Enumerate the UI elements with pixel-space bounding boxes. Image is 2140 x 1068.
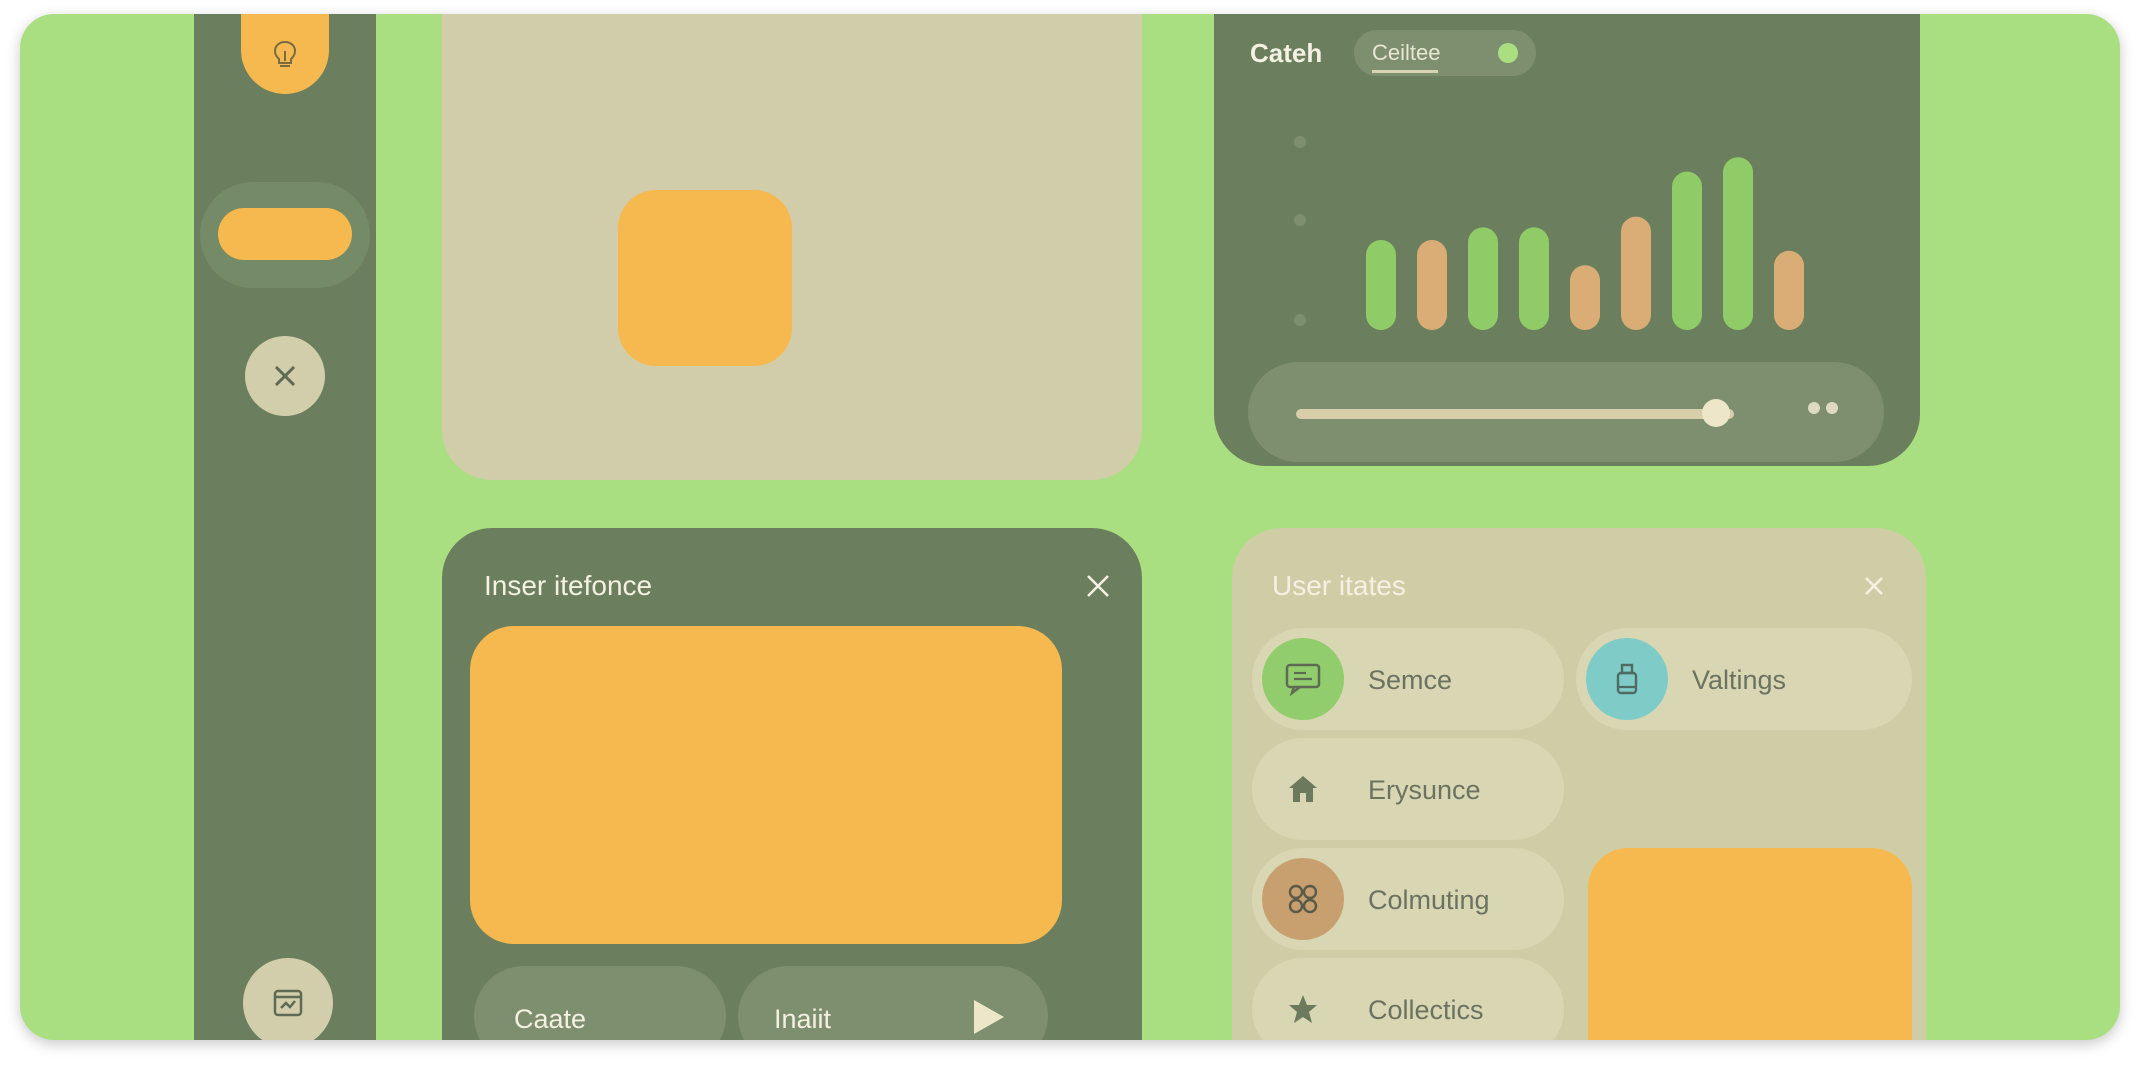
axis-tick-dot [1294,314,1306,326]
create-button-label: Caate [514,1004,587,1034]
star-icon [1262,968,1344,1040]
sidebar-document-button[interactable] [243,958,333,1040]
chart-bar [1621,216,1651,330]
user-item-label: Valtings [1692,665,1787,695]
bar-chart [1294,136,1804,330]
sidebar-lightbulb-button[interactable] [241,14,329,94]
play-icon [974,1000,1004,1034]
media-card [442,14,1142,480]
users-close-button[interactable] [1856,568,1892,604]
user-item-valtings[interactable]: Valtings [1576,628,1912,730]
user-item-colmuting[interactable]: Colmuting [1252,848,1564,950]
dialog-title: Inser itefonce [484,570,653,601]
chart-bar [1417,240,1447,330]
close-icon [274,365,296,387]
user-item-erysunce[interactable]: Erysunce [1252,738,1564,840]
user-states-card: User itates Semce Valtings Erysunce Colm… [1232,528,1926,1040]
user-item-label: Colmuting [1368,885,1490,915]
settings-cluster-icon [1262,858,1344,940]
chart-bar [1519,227,1549,330]
init-button[interactable]: Inaiit [738,966,1048,1040]
chat-icon [1262,638,1344,720]
sidebar-active-item[interactable] [200,182,370,288]
insert-dialog: Inser itefonce Caate Inaiit [442,528,1142,1040]
bottle-icon [1586,638,1668,720]
chart-bar [1774,250,1804,330]
sidebar-close-button[interactable] [245,336,325,416]
sidebar [194,14,376,1040]
dialog-content-area [470,626,1062,944]
user-item-semce[interactable]: Semce [1252,628,1564,730]
axis-tick-dot [1294,214,1306,226]
progress-slider-handle[interactable] [1702,399,1731,427]
media-player-bar [1248,362,1884,462]
more-options-icon[interactable] [1808,402,1838,414]
chart-bar [1672,171,1702,330]
user-item-label: Collectics [1368,995,1484,1025]
chart-bar [1366,240,1396,330]
chart-bar [1723,157,1753,330]
lightbulb-icon [273,40,297,67]
users-title: User itates [1272,570,1406,601]
user-preview-tile[interactable] [1588,848,1912,1040]
close-icon [1087,575,1109,597]
chart-bar [1468,227,1498,330]
create-button[interactable]: Caate [474,966,726,1040]
dialog-close-button[interactable] [1078,566,1118,606]
user-item-label: Erysunce [1368,775,1481,805]
chart-card: Cateh Ceiltee [1214,14,1920,466]
progress-slider-track[interactable] [1296,409,1734,419]
axis-tick-dot [1294,136,1306,148]
init-button-label: Inaiit [774,1004,832,1034]
document-icon [273,989,303,1017]
home-icon [1262,748,1344,830]
media-thumbnail[interactable] [618,190,792,366]
user-item-label: Semce [1368,665,1453,695]
close-icon [1865,577,1883,595]
user-item-collectics[interactable]: Collectics [1252,958,1564,1040]
active-pill [218,208,352,260]
chart-bar [1570,265,1600,330]
app-frame: Cateh Ceiltee Inser itefonce Caate Inaii… [20,14,2120,1040]
